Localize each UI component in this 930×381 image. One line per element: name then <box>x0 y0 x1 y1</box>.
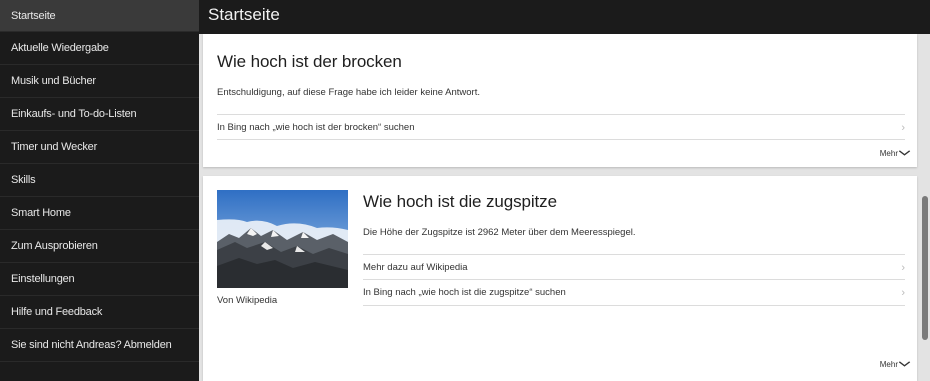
card-title: Wie hoch ist die zugspitze <box>363 192 557 211</box>
sidebar-item-einstellungen[interactable]: Einstellungen <box>0 263 199 296</box>
chevron-right-icon: › <box>901 262 905 274</box>
more-button[interactable]: Mehr <box>879 359 911 370</box>
more-button[interactable]: Mehr <box>879 148 911 159</box>
wikipedia-link[interactable]: Mehr dazu auf Wikipedia › <box>363 254 905 280</box>
card-answer-text: Die Höhe der Zugspitze ist 2962 Meter üb… <box>363 227 636 238</box>
scrollbar[interactable] <box>920 34 930 381</box>
chevron-right-icon: › <box>901 122 905 134</box>
card-answer-text: Entschuldigung, auf diese Frage habe ich… <box>217 87 480 98</box>
sidebar-item-zum-ausprobieren[interactable]: Zum Ausprobieren <box>0 230 199 263</box>
image-caption: Von Wikipedia <box>217 295 278 306</box>
sidebar-item-timer-und-wecker[interactable]: Timer und Wecker <box>0 131 199 164</box>
chevron-right-icon: › <box>901 287 905 299</box>
chevron-down-icon <box>898 148 911 159</box>
zugspitze-image[interactable] <box>217 190 348 288</box>
scrollbar-thumb[interactable] <box>922 196 928 340</box>
wikipedia-link-label: Mehr dazu auf Wikipedia <box>363 262 468 273</box>
sidebar-item-musik-und-buecher[interactable]: Musik und Bücher <box>0 65 199 98</box>
sidebar-item-aktuelle-wiedergabe[interactable]: Aktuelle Wiedergabe <box>0 32 199 65</box>
more-label: Mehr <box>879 149 898 158</box>
sidebar-item-abmelden[interactable]: Sie sind nicht Andreas? Abmelden <box>0 329 199 362</box>
sidebar-item-listen[interactable]: Einkaufs- und To-do-Listen <box>0 98 199 131</box>
sidebar-item-startseite[interactable]: Startseite <box>0 0 199 32</box>
card-title: Wie hoch ist der brocken <box>217 52 402 71</box>
sidebar: Startseite Aktuelle Wiedergabe Musik und… <box>0 0 199 381</box>
more-label: Mehr <box>879 360 898 369</box>
sidebar-item-smart-home[interactable]: Smart Home <box>0 197 199 230</box>
bing-search-link-label: In Bing nach „wie hoch ist die zugspitze… <box>363 287 566 298</box>
page-title: Startseite <box>199 0 930 34</box>
answer-card-brocken: Wie hoch ist der brocken Entschuldigung,… <box>203 34 917 167</box>
bing-search-link[interactable]: In Bing nach „wie hoch ist die zugspitze… <box>363 280 905 306</box>
main-content: Wie hoch ist der brocken Entschuldigung,… <box>199 34 930 381</box>
chevron-down-icon <box>898 359 911 370</box>
bing-search-link-label: In Bing nach „wie hoch ist der brocken“ … <box>217 122 415 133</box>
answer-card-zugspitze: Von Wikipedia Wie hoch ist die zugspitze… <box>203 176 917 381</box>
sidebar-item-hilfe-und-feedback[interactable]: Hilfe und Feedback <box>0 296 199 329</box>
sidebar-item-skills[interactable]: Skills <box>0 164 199 197</box>
bing-search-link[interactable]: In Bing nach „wie hoch ist der brocken“ … <box>217 114 905 140</box>
